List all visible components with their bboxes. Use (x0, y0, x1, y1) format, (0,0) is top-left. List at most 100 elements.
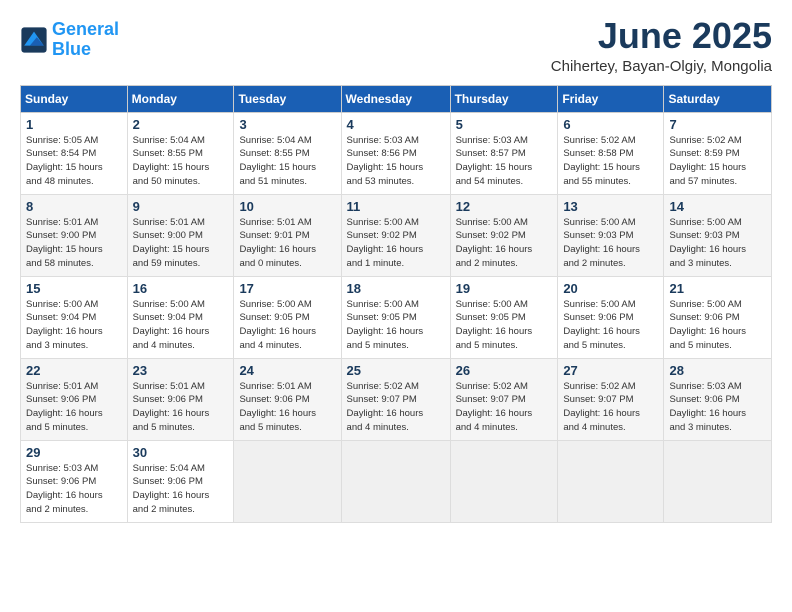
calendar-week-row: 29 Sunrise: 5:03 AMSunset: 9:06 PMDayligh… (21, 440, 772, 522)
table-row: 5 Sunrise: 5:03 AMSunset: 8:57 PMDaylight… (450, 112, 558, 194)
table-row: 2 Sunrise: 5:04 AMSunset: 8:55 PMDaylight… (127, 112, 234, 194)
table-row: 15 Sunrise: 5:00 AMSunset: 9:04 PMDayligh… (21, 276, 128, 358)
day-info: Sunrise: 5:04 AMSunset: 8:55 PMDaylight:… (133, 134, 229, 189)
day-number: 17 (239, 281, 335, 296)
day-info: Sunrise: 5:02 AMSunset: 9:07 PMDaylight:… (563, 380, 658, 435)
table-row: 3 Sunrise: 5:04 AMSunset: 8:55 PMDaylight… (234, 112, 341, 194)
day-info: Sunrise: 5:05 AMSunset: 8:54 PMDaylight:… (26, 134, 122, 189)
table-row: 16 Sunrise: 5:00 AMSunset: 9:04 PMDayligh… (127, 276, 234, 358)
day-number: 18 (347, 281, 445, 296)
day-info: Sunrise: 5:01 AMSunset: 9:06 PMDaylight:… (133, 380, 229, 435)
day-number: 26 (456, 363, 553, 378)
day-info: Sunrise: 5:01 AMSunset: 9:00 PMDaylight:… (133, 216, 229, 271)
day-info: Sunrise: 5:00 AMSunset: 9:02 PMDaylight:… (347, 216, 445, 271)
day-info: Sunrise: 5:01 AMSunset: 9:06 PMDaylight:… (239, 380, 335, 435)
logo-blue: Blue (52, 39, 91, 59)
header-row: Sunday Monday Tuesday Wednesday Thursday… (21, 85, 772, 112)
day-info: Sunrise: 5:00 AMSunset: 9:02 PMDaylight:… (456, 216, 553, 271)
day-info: Sunrise: 5:02 AMSunset: 9:07 PMDaylight:… (456, 380, 553, 435)
calendar-table: Sunday Monday Tuesday Wednesday Thursday… (20, 85, 772, 523)
table-row: 1 Sunrise: 5:05 AMSunset: 8:54 PMDaylight… (21, 112, 128, 194)
day-number: 16 (133, 281, 229, 296)
col-monday: Monday (127, 85, 234, 112)
day-info: Sunrise: 5:00 AMSunset: 9:03 PMDaylight:… (563, 216, 658, 271)
col-sunday: Sunday (21, 85, 128, 112)
table-row: 23 Sunrise: 5:01 AMSunset: 9:06 PMDayligh… (127, 358, 234, 440)
table-row (450, 440, 558, 522)
table-row: 13 Sunrise: 5:00 AMSunset: 9:03 PMDayligh… (558, 194, 664, 276)
day-info: Sunrise: 5:00 AMSunset: 9:06 PMDaylight:… (563, 298, 658, 353)
day-number: 13 (563, 199, 658, 214)
day-info: Sunrise: 5:01 AMSunset: 9:00 PMDaylight:… (26, 216, 122, 271)
day-number: 27 (563, 363, 658, 378)
table-row (234, 440, 341, 522)
page: General Blue June 2025 Chihertey, Bayan-… (0, 0, 792, 612)
day-number: 21 (669, 281, 766, 296)
logo-text: General Blue (52, 20, 119, 60)
day-number: 3 (239, 117, 335, 132)
day-number: 9 (133, 199, 229, 214)
day-number: 20 (563, 281, 658, 296)
col-thursday: Thursday (450, 85, 558, 112)
table-row: 4 Sunrise: 5:03 AMSunset: 8:56 PMDaylight… (341, 112, 450, 194)
table-row: 25 Sunrise: 5:02 AMSunset: 9:07 PMDayligh… (341, 358, 450, 440)
table-row: 19Sunrise: 5:00 AMSunset: 9:05 PMDayligh… (450, 276, 558, 358)
col-wednesday: Wednesday (341, 85, 450, 112)
day-number: 6 (563, 117, 658, 132)
calendar-week-row: 1 Sunrise: 5:05 AMSunset: 8:54 PMDaylight… (21, 112, 772, 194)
day-number: 15 (26, 281, 122, 296)
day-info: Sunrise: 5:00 AMSunset: 9:05 PMDaylight:… (239, 298, 335, 353)
table-row: 28Sunrise: 5:03 AMSunset: 9:06 PMDayligh… (664, 358, 772, 440)
day-number: 7 (669, 117, 766, 132)
calendar-week-row: 15 Sunrise: 5:00 AMSunset: 9:04 PMDayligh… (21, 276, 772, 358)
day-number: 29 (26, 445, 122, 460)
calendar-week-row: 8 Sunrise: 5:01 AMSunset: 9:00 PMDaylight… (21, 194, 772, 276)
table-row: 14Sunrise: 5:00 AMSunset: 9:03 PMDayligh… (664, 194, 772, 276)
title-section: June 2025 Chihertey, Bayan-Olgiy, Mongol… (551, 16, 772, 75)
day-info: Sunrise: 5:01 AMSunset: 9:01 PMDaylight:… (239, 216, 335, 271)
calendar-week-row: 22 Sunrise: 5:01 AMSunset: 9:06 PMDayligh… (21, 358, 772, 440)
day-info: Sunrise: 5:03 AMSunset: 9:06 PMDaylight:… (26, 462, 122, 517)
table-row: 20 Sunrise: 5:00 AMSunset: 9:06 PMDayligh… (558, 276, 664, 358)
day-number: 8 (26, 199, 122, 214)
header: General Blue June 2025 Chihertey, Bayan-… (20, 16, 772, 75)
day-number: 25 (347, 363, 445, 378)
day-number: 2 (133, 117, 229, 132)
table-row: 11Sunrise: 5:00 AMSunset: 9:02 PMDayligh… (341, 194, 450, 276)
table-row: 27 Sunrise: 5:02 AMSunset: 9:07 PMDayligh… (558, 358, 664, 440)
day-number: 5 (456, 117, 553, 132)
table-row: 17 Sunrise: 5:00 AMSunset: 9:05 PMDayligh… (234, 276, 341, 358)
day-info: Sunrise: 5:04 AMSunset: 8:55 PMDaylight:… (239, 134, 335, 189)
day-info: Sunrise: 5:01 AMSunset: 9:06 PMDaylight:… (26, 380, 122, 435)
table-row: 10Sunrise: 5:01 AMSunset: 9:01 PMDayligh… (234, 194, 341, 276)
day-number: 4 (347, 117, 445, 132)
table-row: 29 Sunrise: 5:03 AMSunset: 9:06 PMDayligh… (21, 440, 128, 522)
day-number: 30 (133, 445, 229, 460)
table-row: 22 Sunrise: 5:01 AMSunset: 9:06 PMDayligh… (21, 358, 128, 440)
day-info: Sunrise: 5:03 AMSunset: 8:56 PMDaylight:… (347, 134, 445, 189)
day-info: Sunrise: 5:00 AMSunset: 9:04 PMDaylight:… (26, 298, 122, 353)
table-row: 6Sunrise: 5:02 AMSunset: 8:58 PMDaylight… (558, 112, 664, 194)
day-info: Sunrise: 5:00 AMSunset: 9:04 PMDaylight:… (133, 298, 229, 353)
col-saturday: Saturday (664, 85, 772, 112)
table-row: 24Sunrise: 5:01 AMSunset: 9:06 PMDayligh… (234, 358, 341, 440)
day-info: Sunrise: 5:03 AMSunset: 8:57 PMDaylight:… (456, 134, 553, 189)
day-number: 28 (669, 363, 766, 378)
day-number: 22 (26, 363, 122, 378)
logo: General Blue (20, 20, 119, 60)
table-row: 18 Sunrise: 5:00 AMSunset: 9:05 PMDayligh… (341, 276, 450, 358)
table-row: 12Sunrise: 5:00 AMSunset: 9:02 PMDayligh… (450, 194, 558, 276)
day-info: Sunrise: 5:02 AMSunset: 9:07 PMDaylight:… (347, 380, 445, 435)
table-row: 8 Sunrise: 5:01 AMSunset: 9:00 PMDaylight… (21, 194, 128, 276)
table-row: 26 Sunrise: 5:02 AMSunset: 9:07 PMDayligh… (450, 358, 558, 440)
day-info: Sunrise: 5:02 AMSunset: 8:59 PMDaylight:… (669, 134, 766, 189)
table-row: 9 Sunrise: 5:01 AMSunset: 9:00 PMDaylight… (127, 194, 234, 276)
table-row: 7 Sunrise: 5:02 AMSunset: 8:59 PMDaylight… (664, 112, 772, 194)
month-title: June 2025 (551, 16, 772, 56)
day-info: Sunrise: 5:00 AMSunset: 9:05 PMDaylight:… (456, 298, 553, 353)
day-info: Sunrise: 5:00 AMSunset: 9:03 PMDaylight:… (669, 216, 766, 271)
day-info: Sunrise: 5:00 AMSunset: 9:05 PMDaylight:… (347, 298, 445, 353)
day-number: 1 (26, 117, 122, 132)
logo-general: General (52, 19, 119, 39)
day-number: 23 (133, 363, 229, 378)
